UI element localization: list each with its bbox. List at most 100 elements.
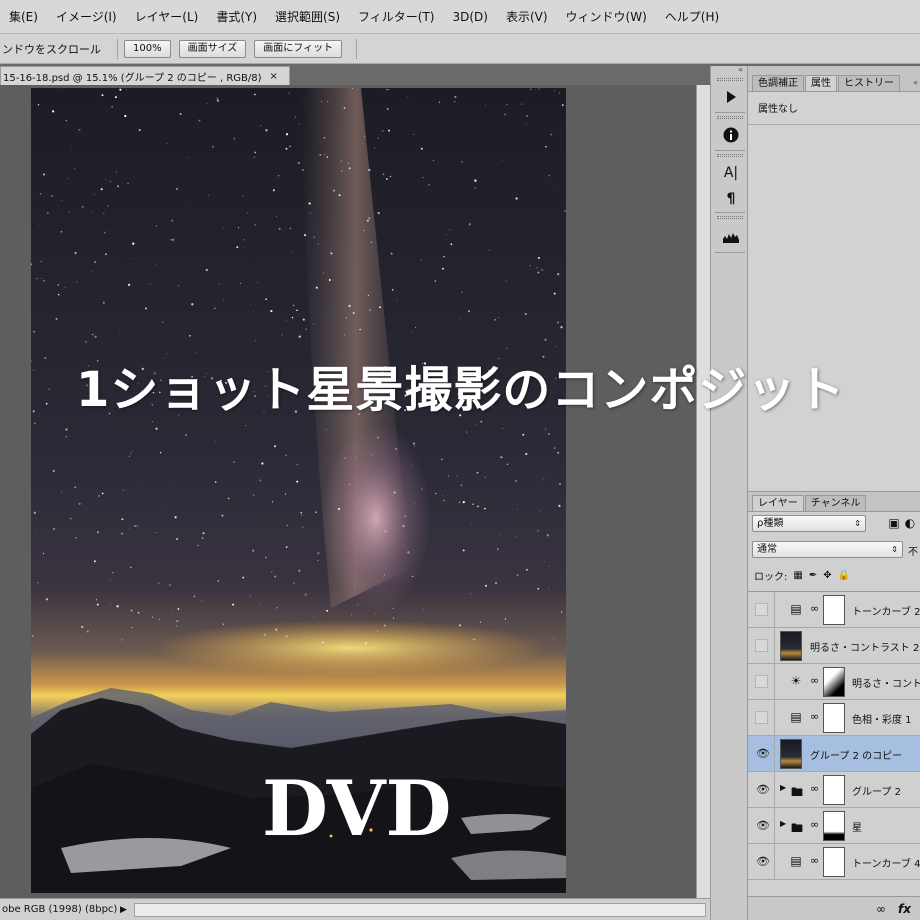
menu-window[interactable]: ウィンドウ(W) [557,8,656,25]
layer-name[interactable]: 明るさ・コントラ [852,675,920,690]
lock-move-icon[interactable]: ✥ [823,570,831,581]
visibility-toggle[interactable] [755,639,768,652]
layer-mask-thumbnail[interactable] [823,775,845,805]
star [149,283,151,285]
layer-row-hue-saturation-1[interactable]: ▤ ∞ 色相・彩度 1 [748,700,920,736]
star [407,551,410,554]
dock-grip[interactable] [717,216,743,219]
link-icon[interactable]: ∞ [810,854,819,867]
link-icon[interactable]: ∞ [810,782,819,795]
star [93,560,96,563]
tab-history[interactable]: ヒストリー [838,75,900,91]
fx-icon[interactable]: fx [898,902,911,916]
expand-arrow-icon[interactable]: ▶ [780,819,786,828]
link-icon[interactable]: ∞ [810,602,819,615]
star [453,164,455,165]
vertical-scrollbar[interactable] [696,85,710,898]
menu-type[interactable]: 書式(Y) [207,8,266,25]
dock-grip[interactable] [717,116,743,119]
menu-edit[interactable]: 集(E) [0,8,47,25]
close-icon[interactable]: × [270,71,278,82]
star [505,280,507,282]
zoom-100-button[interactable]: 100% [124,39,171,58]
blend-mode-select[interactable]: 通常 ⇕ [752,541,903,558]
layer-row-group-2[interactable]: 👁 ▶ 🖿 ∞ グループ 2 [748,772,920,808]
kind-filter-value: ρ種類 [757,518,784,529]
star [454,95,457,98]
tab-channels[interactable]: チャンネル [804,495,867,511]
star [78,128,81,131]
layer-name[interactable]: 色相・彩度 1 [852,711,912,726]
menu-help[interactable]: ヘルプ(H) [656,8,728,25]
lock-brush-icon[interactable]: ✒ [809,570,817,581]
layer-mask-thumbnail[interactable] [823,811,845,841]
link-icon[interactable]: ∞ [810,818,819,831]
star [131,450,133,452]
visibility-toggle[interactable] [755,603,768,616]
tab-layers[interactable]: レイヤー [752,495,804,511]
screen-size-button[interactable]: 画面サイズ [178,39,247,58]
layer-mask-thumbnail[interactable] [823,595,845,625]
star [325,429,328,431]
character-icon[interactable]: A| [718,162,744,184]
eye-icon[interactable]: 👁 [755,783,770,796]
dock-grip[interactable] [717,154,743,157]
layer-name[interactable]: グループ 2 のコピー [810,747,902,762]
layer-row-brightness-2-copy[interactable]: 明るさ・コントラスト 2 のコ [748,628,920,664]
collapse-icon[interactable]: « [913,78,918,87]
expand-arrow-icon[interactable]: ▶ [780,783,786,792]
link-icon[interactable]: ∞ [810,710,819,723]
scroll-all-windows-checkbox-label[interactable]: ンドウをスクロール [0,41,101,57]
histogram-icon[interactable] [718,226,744,248]
tab-properties[interactable]: 属性 [805,75,837,91]
layer-row-curves-4[interactable]: 👁 ▤ ∞ トーンカーブ 4 [748,844,920,880]
status-menu-arrow-icon[interactable]: ▶ [120,905,134,915]
layer-mask-thumbnail[interactable] [823,703,845,733]
paragraph-icon[interactable]: ¶ [718,188,744,210]
menu-filter[interactable]: フィルター(T) [349,8,443,25]
link-layers-icon[interactable]: ∞ [876,902,886,916]
adjustment-filter-icon[interactable]: ◐ [902,515,918,531]
tab-adjustments[interactable]: 色調補正 [752,75,804,91]
play-icon[interactable] [718,86,744,108]
kind-filter-select[interactable]: ρ種類 ⇕ [752,515,866,532]
star [92,210,93,212]
layer-row-brightness[interactable]: ☀ ∞ 明るさ・コントラ [748,664,920,700]
row-divider [774,628,775,664]
star [285,133,289,136]
layer-name[interactable]: トーンカーブ 2 [852,603,920,618]
visibility-toggle[interactable] [755,711,768,724]
horizontal-scrollbar[interactable] [134,902,706,917]
layer-row-group-2-copy[interactable]: 👁 グループ 2 のコピー [748,736,920,772]
layer-name[interactable]: トーンカーブ 4 [852,855,920,870]
eye-icon[interactable]: 👁 [755,855,770,868]
visibility-toggle[interactable] [755,675,768,688]
info-icon[interactable] [718,124,744,146]
layer-row-curves-2[interactable]: ▤ ∞ トーンカーブ 2 [748,592,920,628]
lock-transparent-icon[interactable]: ▦ [793,570,802,581]
collapse-panels-icon[interactable]: « [738,65,743,74]
menu-select[interactable]: 選択範囲(S) [266,8,349,25]
layer-row-stars[interactable]: 👁 ▶ 🖿 ∞ 星 [748,808,920,844]
eye-icon[interactable]: 👁 [755,747,770,760]
menu-layer[interactable]: レイヤー(L) [126,8,208,25]
layer-thumbnail[interactable] [780,739,802,769]
menu-image[interactable]: イメージ(I) [47,8,126,25]
document-tab[interactable]: 15-16-18.psd @ 15.1% (グループ 2 のコピー , RGB/… [0,66,290,85]
star [201,537,204,539]
layer-name[interactable]: 明るさ・コントラスト 2 のコ [810,639,920,654]
link-icon[interactable]: ∞ [810,674,819,687]
layer-mask-thumbnail[interactable] [823,667,845,697]
dock-grip[interactable] [717,78,743,81]
layer-name[interactable]: グループ 2 [852,783,901,798]
layer-name[interactable]: 星 [852,819,862,834]
lock-all-icon[interactable]: 🔒 [838,570,850,581]
menu-view[interactable]: 表示(V) [497,8,557,25]
star [288,92,290,94]
fit-screen-button[interactable]: 画面にフィット [254,39,343,58]
layer-mask-thumbnail[interactable] [823,847,845,877]
eye-icon[interactable]: 👁 [755,819,770,832]
image-filter-icon[interactable]: ▣ [886,515,902,531]
menu-3d[interactable]: 3D(D) [443,10,496,24]
layer-thumbnail[interactable] [780,631,802,661]
